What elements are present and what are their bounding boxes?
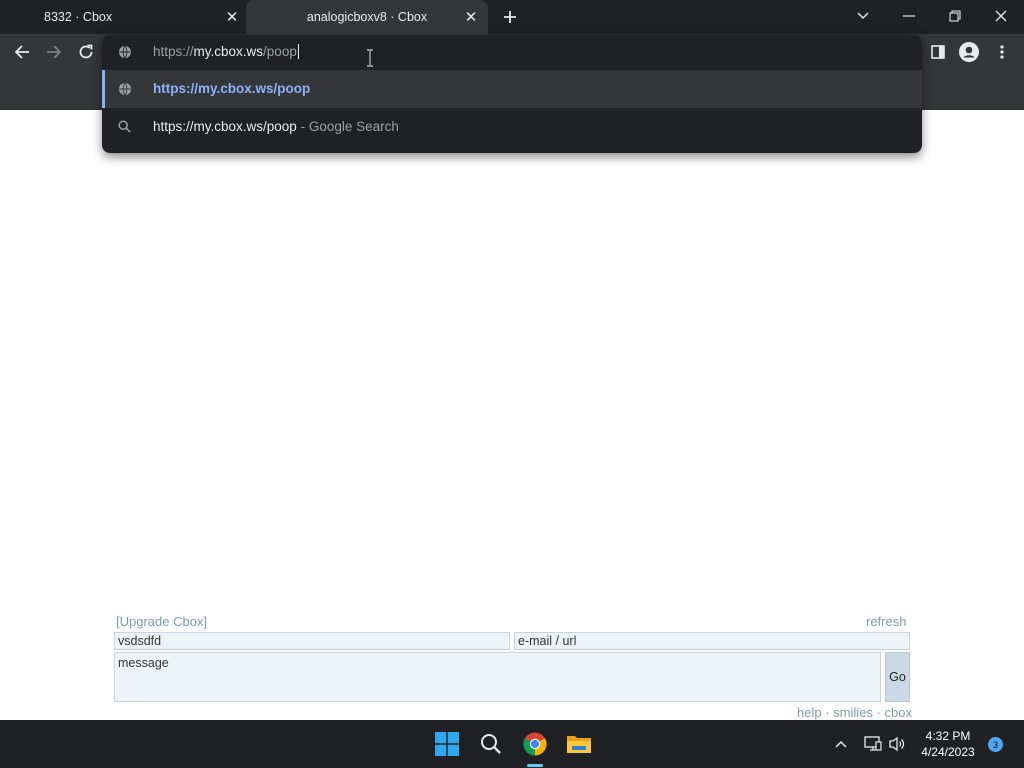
active-app-indicator (527, 764, 543, 767)
globe-icon (118, 82, 132, 101)
forward-arrow-icon[interactable] (42, 40, 66, 64)
show-hidden-icons-chevron-icon[interactable] (825, 728, 857, 760)
globe-icon (118, 45, 132, 64)
notification-badge[interactable]: 3 (988, 737, 1003, 752)
tab-strip: 8332 · Cbox ✕ analogicboxv8 · Cbox ✕ (0, 0, 1024, 34)
url-path: /poop (263, 44, 297, 59)
go-button[interactable]: Go (885, 652, 910, 702)
url-scheme: https:// (153, 44, 194, 59)
tab-close-icon[interactable]: ✕ (462, 8, 480, 26)
cbox-footer-links: help · smilies · cbox (760, 705, 912, 720)
side-panel-icon[interactable] (926, 40, 950, 64)
tab-title: analogicboxv8 · Cbox (306, 10, 428, 24)
suggestion-url[interactable]: https://my.cbox.ws/poop (102, 70, 922, 108)
tab-analogicboxv8-cbox[interactable]: analogicboxv8 · Cbox ✕ (246, 0, 488, 34)
name-field[interactable]: vsdsdfd (114, 632, 510, 650)
suggestion-search[interactable]: https://my.cbox.ws/poop - Google Search (102, 108, 922, 146)
menu-dots-icon[interactable] (990, 40, 1014, 64)
text-caret (297, 44, 299, 59)
email-url-field[interactable]: e-mail / url (514, 632, 910, 650)
suggestion-query: https://my.cbox.ws/poop (153, 119, 297, 134)
search-icon (118, 120, 131, 138)
clock-time: 4:32 PM (925, 729, 971, 743)
refresh-link[interactable]: refresh (866, 614, 906, 629)
ibeam-cursor-icon (365, 49, 375, 72)
chrome-icon[interactable] (519, 728, 551, 760)
tab-search-chevron-icon[interactable] (840, 0, 886, 32)
close-window-icon[interactable] (978, 0, 1024, 32)
address-bar[interactable]: https://my.cbox.ws/poop (102, 35, 922, 69)
restore-icon[interactable] (932, 0, 978, 32)
reload-icon[interactable] (74, 40, 98, 64)
search-icon[interactable] (475, 728, 507, 760)
clock-date: 4/24/2023 (921, 745, 975, 759)
smilies-link[interactable]: smilies (833, 705, 873, 720)
message-field[interactable]: message (114, 652, 881, 702)
system-clock[interactable]: 4:32 PM 4/24/2023 (912, 728, 984, 760)
upgrade-cbox-link[interactable]: [Upgrade Cbox] (116, 614, 207, 629)
tab-8332-cbox[interactable]: 8332 · Cbox ✕ (0, 0, 246, 34)
tab-title: 8332 · Cbox (44, 10, 113, 24)
footer-separator: · (876, 705, 881, 720)
minimize-icon[interactable] (886, 0, 932, 32)
tab-close-icon[interactable]: ✕ (223, 8, 241, 26)
suggestion-suffix: - Google Search (300, 119, 399, 134)
omnibox-dropdown: https://my.cbox.ws/poop https://my.cbox.… (102, 35, 922, 153)
suggestion-text: https://my.cbox.ws/poop (153, 81, 311, 96)
volume-speaker-icon[interactable] (881, 728, 913, 760)
start-windows-icon[interactable] (431, 728, 463, 760)
back-arrow-icon[interactable] (10, 40, 34, 64)
file-explorer-folder-icon[interactable] (563, 728, 595, 760)
suggestion-text: https://my.cbox.ws/poop - Google Search (153, 119, 399, 134)
cbox-link[interactable]: cbox (885, 705, 912, 720)
taskbar (0, 720, 1024, 768)
profile-avatar-icon[interactable] (957, 40, 981, 64)
url-host: my.cbox.ws (193, 44, 264, 59)
footer-separator: · (825, 705, 830, 720)
address-input[interactable]: https://my.cbox.ws/poop (153, 44, 299, 59)
new-tab-plus-icon[interactable] (499, 6, 521, 28)
help-link[interactable]: help (797, 705, 822, 720)
